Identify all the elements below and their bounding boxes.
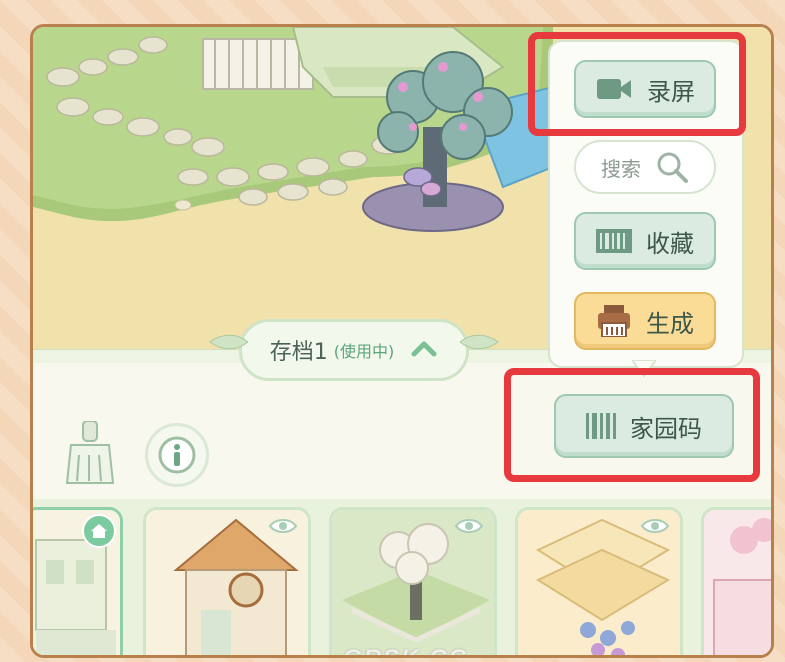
highlight-home-code-button (504, 368, 760, 482)
collect-label: 收藏 (646, 229, 694, 258)
magnifier-icon (657, 152, 688, 183)
save-card-2[interactable] (143, 507, 311, 655)
save-card-1[interactable] (33, 507, 123, 655)
info-button[interactable] (145, 423, 209, 487)
barcode-icon (596, 229, 632, 253)
collect-button[interactable]: 收藏 (574, 212, 716, 270)
save-card-thumbnail (704, 510, 771, 655)
save-slot-name: 存档1 (269, 340, 328, 365)
chevron-up-icon[interactable] (410, 336, 438, 364)
eye-icon[interactable] (640, 516, 670, 536)
highlight-record-button (528, 32, 746, 136)
save-slot-status: (使用中) (333, 342, 395, 361)
broom-icon[interactable] (63, 421, 119, 485)
info-icon (158, 436, 196, 474)
search-input[interactable]: 搜索 (574, 140, 716, 194)
save-card-5[interactable] (701, 507, 771, 655)
generate-button[interactable]: 生成 (574, 292, 716, 350)
save-card-strip[interactable] (33, 499, 771, 655)
save-card-4[interactable] (515, 507, 683, 655)
eye-icon[interactable] (268, 516, 298, 536)
search-placeholder: 搜索 (601, 156, 641, 181)
generate-label: 生成 (646, 309, 694, 338)
save-slot-selector[interactable]: 存档1 (使用中) (209, 319, 499, 381)
home-badge (82, 514, 116, 548)
eye-icon[interactable] (454, 516, 484, 536)
leaf-ornament-left-icon (209, 334, 248, 350)
save-card-3[interactable] (329, 507, 497, 655)
watermark: GRSK.CC (343, 645, 468, 655)
home-icon (91, 524, 107, 538)
printer-icon (598, 305, 630, 337)
leaf-ornament-right-icon (460, 334, 499, 350)
